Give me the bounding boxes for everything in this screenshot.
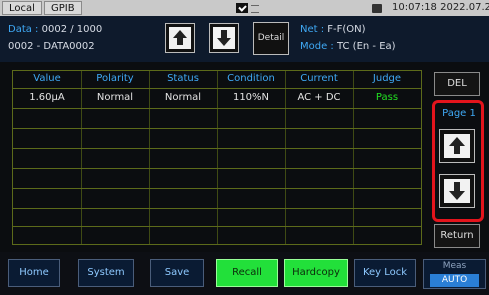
clock: 10:07:18 2022.07.21 [392, 2, 489, 13]
signal-icon [251, 5, 259, 13]
instrument-screen: Local GPIB 10:07:18 2022.07.21 Data : 00… [0, 0, 489, 295]
data-value: 0002 / 1000 [41, 24, 103, 35]
record-up-button[interactable] [165, 23, 195, 53]
cell-value: 1.60µA [29, 92, 65, 103]
net-value: F-F(ON) [327, 24, 366, 35]
column-header-current: Current [300, 73, 338, 84]
lock-icon [372, 4, 382, 13]
save-button[interactable]: Save [150, 259, 204, 287]
system-button[interactable]: System [78, 259, 134, 287]
page-down-button[interactable] [439, 174, 475, 208]
detail-button[interactable]: Detail [253, 22, 289, 55]
arrow-down-icon [217, 38, 231, 46]
arrow-down-icon [449, 191, 465, 200]
meas-value: AUTO [430, 274, 479, 287]
net-label: Net : [300, 24, 325, 35]
cell-condition: 110%N [232, 92, 270, 103]
data-counter: Data : 0002 / 1000 [8, 23, 102, 37]
home-button[interactable]: Home [8, 259, 60, 287]
column-header-value: Value [33, 73, 61, 84]
hardcopy-button[interactable]: Hardcopy [284, 259, 348, 287]
record-name: 0002 - DATA0002 [8, 41, 95, 52]
data-table: Value Polarity Status Condition Current … [12, 70, 422, 245]
page-indicator: Page 1 [442, 108, 476, 119]
cell-current: AC + DC [297, 92, 341, 103]
column-header-polarity: Polarity [96, 73, 134, 84]
usb-icon [236, 3, 248, 13]
gpib-indicator: GPIB [44, 1, 82, 15]
return-button[interactable]: Return [434, 224, 480, 248]
mode-value: TC (En - Ea) [336, 41, 396, 52]
column-header-condition: Condition [227, 73, 275, 84]
meas-mode-indicator[interactable]: Meas AUTO [423, 259, 486, 289]
data-label: Data : [8, 24, 39, 35]
del-button[interactable]: DEL [434, 72, 480, 96]
cell-judge: Pass [375, 92, 399, 103]
mode-label: Mode : [300, 41, 334, 52]
mode-info: Mode : TC (En - Ea) [300, 40, 396, 54]
cell-status: Normal [164, 92, 202, 103]
net-info: Net : F-F(ON) [300, 23, 366, 37]
page-up-button[interactable] [439, 129, 475, 163]
key-lock-button[interactable]: Key Lock [354, 259, 416, 287]
status-bar: Local GPIB 10:07:18 2022.07.21 [0, 0, 489, 16]
cell-polarity: Normal [96, 92, 134, 103]
meas-label: Meas [442, 261, 467, 271]
column-header-status: Status [167, 73, 199, 84]
record-down-button[interactable] [209, 23, 239, 53]
recall-button[interactable]: Recall [216, 259, 278, 287]
column-header-judge: Judge [372, 73, 402, 84]
local-indicator: Local [2, 1, 42, 15]
